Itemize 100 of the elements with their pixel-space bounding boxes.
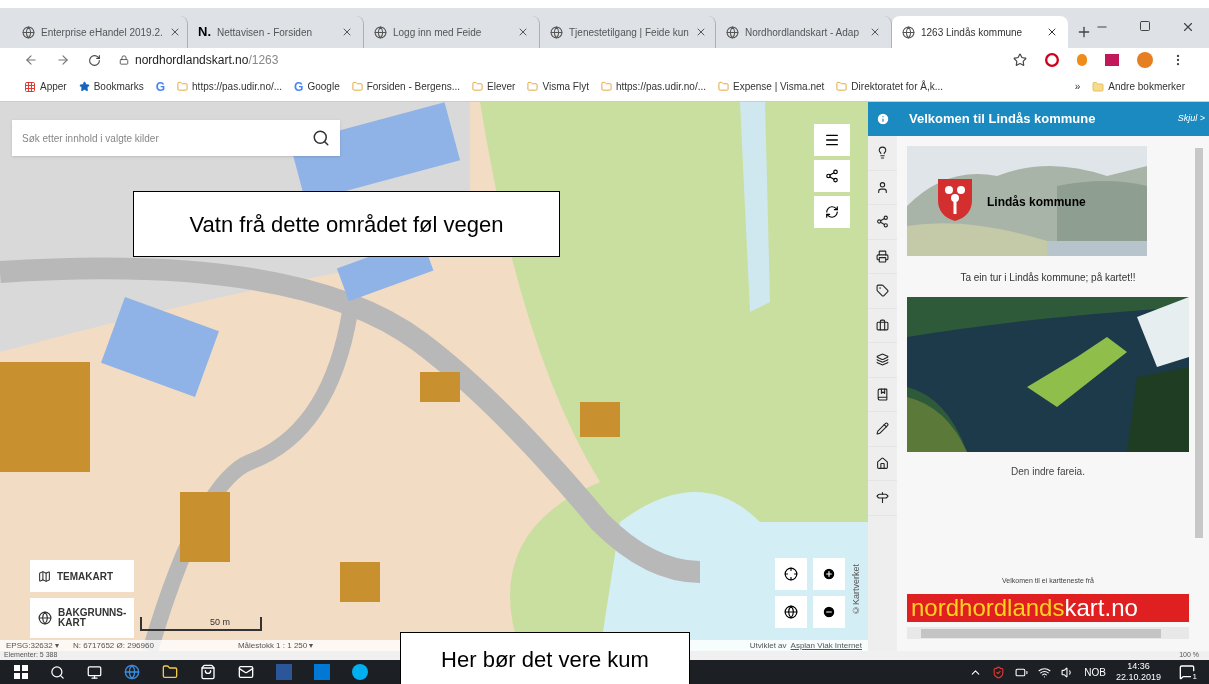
search-input[interactable]: Søk etter innhold i valgte kilder xyxy=(22,130,312,146)
zoom-in-icon xyxy=(822,567,836,581)
bookmark-icon xyxy=(836,81,848,92)
locate-button[interactable] xyxy=(775,558,807,590)
globe-icon xyxy=(22,25,35,39)
refresh-icon xyxy=(825,205,839,219)
avatar[interactable] xyxy=(1137,52,1153,68)
bookmark[interactable]: Direktoratet for Å,k... xyxy=(836,79,944,94)
crosshair-icon xyxy=(784,567,798,581)
close-icon[interactable] xyxy=(341,26,353,38)
search-field[interactable]: Søk etter innhold i valgte kilder xyxy=(12,120,340,156)
globe-icon xyxy=(726,25,739,39)
browser-tab[interactable]: 1263 Lindås kommune xyxy=(892,16,1068,48)
wifi-icon[interactable] xyxy=(1038,665,1052,679)
projection-select[interactable]: EPSG:32632 ▾ xyxy=(6,639,59,651)
lock-icon xyxy=(119,55,129,65)
close-icon[interactable] xyxy=(869,26,881,38)
tag-icon xyxy=(876,284,889,298)
tab-title: Tjenestetilgang | Feide kun xyxy=(569,25,689,40)
clock[interactable]: 14:36 22.10.2019 xyxy=(1115,661,1161,683)
bookmark[interactable]: Elever xyxy=(472,79,516,94)
close-icon[interactable] xyxy=(1046,26,1058,38)
share-icon xyxy=(825,169,839,183)
background-map-button[interactable]: BAKGRUNNS-KART xyxy=(30,598,134,638)
layers-icon xyxy=(876,353,889,367)
new-tab-icon[interactable] xyxy=(1076,24,1092,40)
bookmark[interactable]: G Google xyxy=(294,77,340,96)
zoom-in-button[interactable] xyxy=(813,558,845,590)
globe-icon xyxy=(784,605,798,619)
store-icon[interactable] xyxy=(200,664,216,680)
printer-icon xyxy=(876,249,889,263)
back-icon[interactable] xyxy=(24,53,38,67)
bookmark[interactable]: https://pas.udir.no/... xyxy=(177,79,283,94)
star-icon[interactable] xyxy=(1013,53,1027,67)
bookmark[interactable]: Visma Flyt xyxy=(527,79,589,94)
caption: Den indre fareia. xyxy=(1010,465,1086,479)
share-icon xyxy=(876,215,889,229)
briefcase-icon xyxy=(876,318,889,332)
shield-icon[interactable] xyxy=(992,665,1006,679)
globe-button[interactable] xyxy=(775,596,807,628)
bookmark[interactable]: Apper xyxy=(24,79,67,94)
globe-icon xyxy=(374,25,387,39)
menu-button[interactable] xyxy=(814,124,850,156)
zoom-out-button[interactable] xyxy=(813,596,845,628)
bookmark[interactable]: https://pas.udir.no/... xyxy=(600,79,706,94)
close-icon[interactable] xyxy=(517,26,529,38)
bookmark-icon xyxy=(718,81,729,92)
sidebar-title: Velkomen til Lindås kommune xyxy=(909,110,1097,129)
apps-icon xyxy=(24,80,36,93)
bookmark-icon xyxy=(351,81,363,92)
maximize-icon[interactable] xyxy=(1139,20,1151,32)
caption: Ta ein tur i Lindås kommune; på kartet!! xyxy=(959,271,1137,285)
scale-bar: 50 m xyxy=(140,617,262,631)
site-logo: N. xyxy=(198,23,211,42)
bookmark-icon xyxy=(472,81,484,92)
pencil-icon xyxy=(876,422,889,436)
layers-button[interactable]: TEMAKART xyxy=(30,560,134,592)
site-logo: nordhordlandskart.no xyxy=(907,594,1189,622)
bookmark-icon xyxy=(876,387,889,401)
forward-icon[interactable] xyxy=(56,53,70,67)
windows-icon[interactable] xyxy=(14,665,28,679)
person-icon xyxy=(876,180,889,194)
address-field[interactable]: nordhordlandskart.no/1263 xyxy=(119,51,279,69)
language-indicator[interactable]: NOB xyxy=(1084,664,1106,680)
refresh-button[interactable] xyxy=(814,196,850,228)
bookmark-icon xyxy=(527,81,539,92)
share-button[interactable] xyxy=(814,160,850,192)
bookmark[interactable]: Forsiden - Bergens... xyxy=(351,79,461,94)
info-icon xyxy=(875,112,890,126)
menu-icon xyxy=(824,132,840,148)
search-icon[interactable] xyxy=(312,129,330,147)
bookmark[interactable]: G xyxy=(155,77,166,96)
bookmark[interactable]: Expense | Visma.net xyxy=(718,79,825,94)
annotation-box: Vatn frå dette området føl vegen xyxy=(133,191,560,257)
folder-icon[interactable] xyxy=(162,664,178,680)
close-icon[interactable] xyxy=(1181,20,1195,34)
home-icon xyxy=(876,456,889,470)
more-bookmarks[interactable]: » xyxy=(1074,79,1081,94)
notifications-button[interactable]: 1 xyxy=(1179,664,1195,680)
horizontal-scrollbar[interactable] xyxy=(907,627,1189,639)
globe-icon xyxy=(550,25,563,39)
ring-icon[interactable] xyxy=(1045,53,1059,67)
annotation-box: Her bør det vere kum xyxy=(400,632,690,684)
credit-link[interactable]: Asplan Viak Internet xyxy=(790,639,862,651)
browser-icon[interactable] xyxy=(124,664,140,680)
hide-link[interactable]: Skjul > xyxy=(1177,112,1205,126)
bookmark[interactable]: Bookmarks xyxy=(78,79,144,94)
scale-select[interactable]: Målestokk 1 : 1 250 ▾ xyxy=(237,639,314,651)
zoom-out-icon xyxy=(822,605,836,619)
tab-title: Nordhordlandskart - Adap xyxy=(745,25,860,40)
banner-title: Lindås kommune xyxy=(987,194,1086,211)
search-icon[interactable] xyxy=(50,664,65,680)
tab-title: Logg inn med Feide xyxy=(393,25,483,40)
bookmark-icon xyxy=(600,81,612,92)
task-view-icon[interactable] xyxy=(87,664,102,680)
coordinates: N: 6717652 Ø: 296960 xyxy=(72,639,154,651)
reload-icon[interactable] xyxy=(88,53,101,67)
mail-icon[interactable] xyxy=(238,664,254,680)
vertical-scrollbar[interactable] xyxy=(1195,148,1203,538)
other-bookmarks[interactable]: Andre bokmerker xyxy=(1092,79,1185,94)
